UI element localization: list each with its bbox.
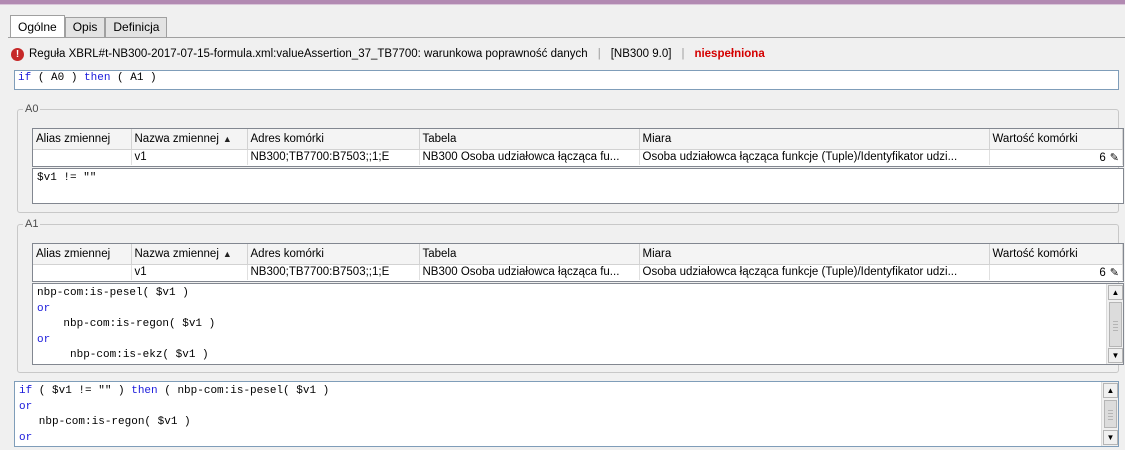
table-row[interactable]: v1 NB300;TB7700:B7503;;1;E NB300 Osoba u… <box>33 149 1123 165</box>
cell-value-text: 6 <box>1099 151 1106 164</box>
col-name[interactable]: Nazwa zmiennej ▲ <box>131 244 248 265</box>
tab-ogolne[interactable]: Ogólne <box>10 15 65 37</box>
col-alias[interactable]: Alias zmiennej <box>33 129 132 150</box>
sort-ascending-icon: ▲ <box>222 133 232 144</box>
main-expression-field[interactable]: if ( A0 ) then ( A1 ) <box>14 70 1119 90</box>
cell-name: v1 <box>131 264 248 280</box>
scrollbar[interactable]: ▲ ▼ <box>1101 382 1118 446</box>
col-name-label: Nazwa zmiennej <box>134 247 219 260</box>
rule-name: Reguła XBRL#t-NB300-2017-07-15-formula.x… <box>29 48 588 60</box>
scroll-up-arrow-icon[interactable]: ▲ <box>1103 383 1118 398</box>
keyword-then: then <box>84 72 111 84</box>
cell-value: 6 ✎ <box>989 149 1123 165</box>
group-a1: A1 Alias zmiennej Nazwa zmiennej ▲ Adres … <box>17 218 1124 373</box>
keyword-if: if <box>18 72 32 84</box>
pencil-icon[interactable]: ✎ <box>1110 266 1119 279</box>
cell-alias <box>33 149 132 165</box>
group-a0-legend: A0 <box>25 103 39 115</box>
scrollbar[interactable]: ▲ ▼ <box>1106 284 1123 364</box>
col-name-label: Nazwa zmiennej <box>134 132 219 145</box>
code-line: nbp-com:is-ekz( $v1 ) <box>37 349 209 361</box>
condition-code-a0: $v1 != "" <box>37 172 97 184</box>
scroll-thumb[interactable] <box>1104 400 1117 428</box>
separator: | <box>597 48 601 60</box>
group-a0: A0 Alias zmiennej Nazwa zmiennej ▲ Adres … <box>17 103 1124 213</box>
window-top-border-shade <box>0 4 1125 5</box>
keyword-then: then <box>131 385 158 397</box>
scroll-grip-icon <box>1113 318 1118 331</box>
condition-code-a1: nbp-com:is-pesel( $v1 ) or nbp-com:is-re… <box>33 284 1123 364</box>
cell-value-text: 6 <box>1099 266 1106 279</box>
variables-table-a1: Alias zmiennej Nazwa zmiennej ▲ Adres kom… <box>32 243 1124 282</box>
code-line: nbp-com:is-regon( $v1 ) <box>37 318 216 330</box>
code-fragment: ( $v1 != "" ) <box>32 385 132 397</box>
scroll-up-arrow-icon[interactable]: ▲ <box>1108 285 1123 300</box>
col-value[interactable]: Wartość komórki <box>989 129 1123 150</box>
tab-opis[interactable]: Opis <box>64 17 106 37</box>
cell-address: NB300;TB7700:B7503;;1;E <box>247 264 420 280</box>
code-line: nbp-com:is-pesel( $v1 ) <box>37 287 189 299</box>
cell-measure: Osoba udziałowca łącząca funkcje (Tuple)… <box>639 264 990 280</box>
tab-strip: Ogólne Opis Definicja <box>10 15 168 37</box>
table-header: Alias zmiennej Nazwa zmiennej ▲ Adres kom… <box>33 244 1123 265</box>
code-line: or <box>19 431 33 444</box>
col-name[interactable]: Nazwa zmiennej ▲ <box>131 129 248 150</box>
sort-ascending-icon: ▲ <box>222 248 232 259</box>
code-line: or <box>19 400 33 413</box>
rule-version: [NB300 9.0] <box>610 48 672 60</box>
tab-definicja[interactable]: Definicja <box>105 17 168 37</box>
combined-expression-editor[interactable]: if ( $v1 != "" ) then ( nbp-com:is-pesel… <box>14 381 1119 447</box>
cell-address: NB300;TB7700:B7503;;1;E <box>247 149 420 165</box>
cell-name: v1 <box>131 149 248 165</box>
tab-divider <box>8 37 1125 38</box>
cell-table: NB300 Osoba udziałowca łącząca fu... <box>419 264 640 280</box>
col-measure[interactable]: Miara <box>639 244 990 265</box>
scroll-down-arrow-icon[interactable]: ▼ <box>1108 348 1123 363</box>
rule-status-bar: ! Reguła XBRL#t-NB300-2017-07-15-formula… <box>11 42 765 66</box>
expr-a1: ( A1 ) <box>117 72 157 84</box>
cell-value: 6 ✎ <box>989 264 1123 280</box>
scroll-grip-icon <box>1108 408 1113 420</box>
code-line: nbp-com:is-regon( $v1 ) <box>19 416 191 428</box>
cell-table: NB300 Osoba udziałowca łącząca fu... <box>419 149 640 165</box>
combined-expression-code: if ( $v1 != "" ) then ( nbp-com:is-pesel… <box>15 382 1118 446</box>
code-fragment: ( nbp-com:is-pesel( $v1 ) <box>157 385 330 397</box>
group-a1-legend: A1 <box>25 218 39 230</box>
col-table[interactable]: Tabela <box>419 129 640 150</box>
table-row[interactable]: v1 NB300;TB7700:B7503;;1;E NB300 Osoba u… <box>33 264 1123 280</box>
scroll-thumb[interactable] <box>1109 302 1122 347</box>
col-table[interactable]: Tabela <box>419 244 640 265</box>
col-address[interactable]: Adres komórki <box>247 129 420 150</box>
keyword-if: if <box>19 385 33 397</box>
rule-result: niespełniona <box>694 48 765 60</box>
condition-editor-a1[interactable]: nbp-com:is-pesel( $v1 ) or nbp-com:is-re… <box>32 283 1124 365</box>
code-line: or <box>37 333 51 346</box>
col-address[interactable]: Adres komórki <box>247 244 420 265</box>
cell-alias <box>33 264 132 280</box>
condition-editor-a0[interactable]: $v1 != "" <box>32 168 1124 204</box>
expr-a0: ( A0 ) <box>37 72 78 84</box>
table-header: Alias zmiennej Nazwa zmiennej ▲ Adres kom… <box>33 129 1123 150</box>
code-line: or <box>37 302 51 315</box>
pencil-icon[interactable]: ✎ <box>1110 151 1119 164</box>
col-alias[interactable]: Alias zmiennej <box>33 244 132 265</box>
cell-measure: Osoba udziałowca łącząca funkcje (Tuple)… <box>639 149 990 165</box>
col-measure[interactable]: Miara <box>639 129 990 150</box>
col-value[interactable]: Wartość komórki <box>989 244 1123 265</box>
error-icon: ! <box>11 47 24 61</box>
scroll-down-arrow-icon[interactable]: ▼ <box>1103 430 1118 445</box>
variables-table-a0: Alias zmiennej Nazwa zmiennej ▲ Adres kom… <box>32 128 1124 167</box>
separator: | <box>681 48 685 60</box>
